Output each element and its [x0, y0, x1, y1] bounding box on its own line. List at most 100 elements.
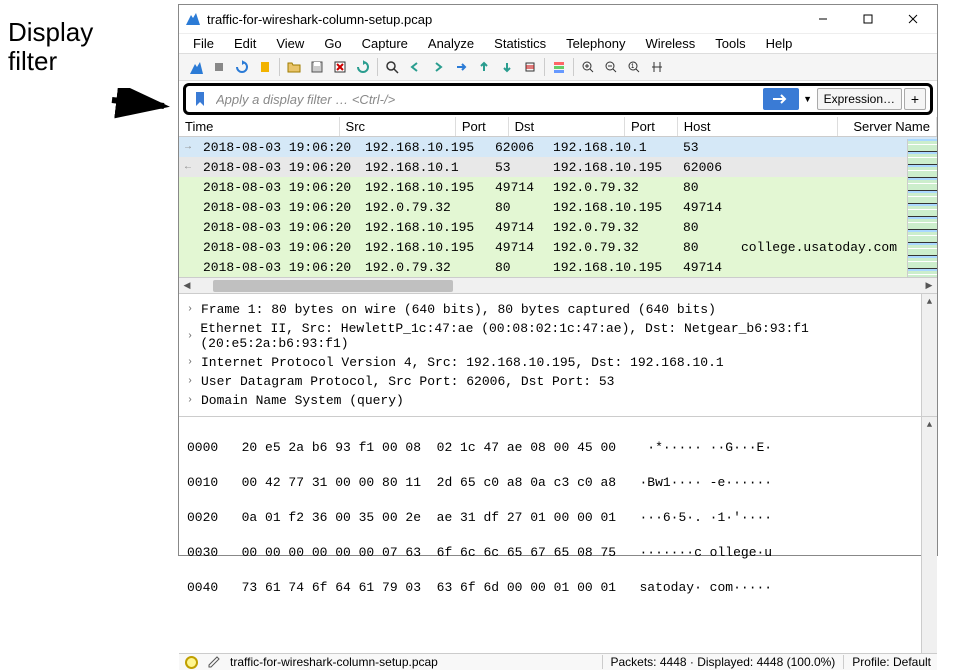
expand-icon[interactable]: ›: [187, 376, 201, 387]
menubar: File Edit View Go Capture Analyze Statis…: [179, 34, 937, 53]
edit-capture-icon[interactable]: [206, 654, 222, 670]
menu-view[interactable]: View: [268, 34, 312, 53]
cell-dst: 192.0.79.32: [547, 240, 677, 255]
apply-filter-button[interactable]: [763, 88, 799, 110]
detail-text: User Datagram Protocol, Src Port: 62006,…: [201, 374, 614, 389]
start-capture-icon[interactable]: [185, 56, 207, 78]
col-dst[interactable]: Dst: [509, 117, 625, 136]
close-button[interactable]: [890, 5, 935, 33]
zoom-reset-icon[interactable]: 1: [623, 56, 645, 78]
packet-row[interactable]: 2018-08-03 19:06:20192.168.10.1954971419…: [179, 217, 937, 237]
colorize-icon[interactable]: [548, 56, 570, 78]
open-file-icon[interactable]: [283, 56, 305, 78]
detail-row[interactable]: ›Ethernet II, Src: HewlettP_1c:47:ae (00…: [187, 319, 929, 353]
menu-help[interactable]: Help: [758, 34, 801, 53]
expert-info-icon[interactable]: [185, 656, 198, 669]
last-packet-icon[interactable]: [496, 56, 518, 78]
expand-icon[interactable]: ›: [187, 357, 201, 368]
menu-capture[interactable]: Capture: [354, 34, 416, 53]
cell-time: 2018-08-03 19:06:20: [197, 220, 359, 235]
menu-telephony[interactable]: Telephony: [558, 34, 633, 53]
cell-port: 80: [677, 240, 735, 255]
scrollbar-thumb[interactable]: [213, 280, 453, 292]
hex-row[interactable]: 0010 00 42 77 31 00 00 80 11 2d 65 c0 a8…: [187, 474, 929, 492]
maximize-button[interactable]: [845, 5, 890, 33]
detail-row[interactable]: ›User Datagram Protocol, Src Port: 62006…: [187, 372, 929, 391]
hex-row[interactable]: 0000 20 e5 2a b6 93 f1 00 08 02 1c 47 ae…: [187, 439, 929, 457]
packet-list-header[interactable]: Time Src Port Dst Port Host Server Name: [179, 117, 937, 137]
cell-time: 2018-08-03 19:06:20: [197, 200, 359, 215]
col-port2[interactable]: Port: [625, 117, 678, 136]
cell-dst: 192.0.79.32: [547, 220, 677, 235]
menu-wireless[interactable]: Wireless: [637, 34, 703, 53]
packet-row[interactable]: 2018-08-03 19:06:20192.168.10.1954971419…: [179, 237, 937, 257]
packet-minimap[interactable]: [907, 139, 937, 277]
hex-row[interactable]: 0030 00 00 00 00 00 00 07 63 6f 6c 6c 65…: [187, 544, 929, 562]
packet-bytes-pane[interactable]: 0000 20 e5 2a b6 93 f1 00 08 02 1c 47 ae…: [179, 417, 937, 653]
close-file-icon[interactable]: [329, 56, 351, 78]
cell-port: 80: [489, 260, 547, 275]
goto-packet-icon[interactable]: [450, 56, 472, 78]
filter-dropdown-icon[interactable]: ▼: [801, 88, 815, 110]
zoom-out-icon[interactable]: [600, 56, 622, 78]
expand-icon[interactable]: ›: [187, 395, 201, 406]
capture-options-icon[interactable]: [254, 56, 276, 78]
cell-time: 2018-08-03 19:06:20: [197, 140, 359, 155]
first-packet-icon[interactable]: [473, 56, 495, 78]
detail-row[interactable]: ›Frame 1: 80 bytes on wire (640 bits), 8…: [187, 300, 929, 319]
cell-src: 192.0.79.32: [359, 200, 489, 215]
toolbar-separator: [573, 58, 574, 76]
menu-edit[interactable]: Edit: [226, 34, 264, 53]
prev-packet-icon[interactable]: [404, 56, 426, 78]
packet-row[interactable]: ←2018-08-03 19:06:20192.168.10.153192.16…: [179, 157, 937, 177]
menu-go[interactable]: Go: [316, 34, 349, 53]
packet-row[interactable]: 2018-08-03 19:06:20192.0.79.3280192.168.…: [179, 257, 937, 277]
menu-file[interactable]: File: [185, 34, 222, 53]
scroll-left-icon[interactable]: ◀: [179, 280, 195, 291]
restart-capture-icon[interactable]: [231, 56, 253, 78]
packet-row[interactable]: 2018-08-03 19:06:20192.0.79.3280192.168.…: [179, 197, 937, 217]
packet-details-pane[interactable]: ›Frame 1: 80 bytes on wire (640 bits), 8…: [179, 294, 937, 417]
resize-columns-icon[interactable]: [646, 56, 668, 78]
display-filter-bar: ▼ Expression… +: [183, 83, 933, 115]
col-time[interactable]: Time: [179, 117, 340, 136]
detail-row[interactable]: ›Domain Name System (query): [187, 391, 929, 410]
autoscroll-icon[interactable]: [519, 56, 541, 78]
detail-text: Frame 1: 80 bytes on wire (640 bits), 80…: [201, 302, 716, 317]
status-profile[interactable]: Profile: Default: [852, 655, 931, 669]
col-host[interactable]: Host: [678, 117, 839, 136]
expression-button[interactable]: Expression…: [817, 88, 902, 110]
col-port1[interactable]: Port: [456, 117, 509, 136]
packet-list-pane[interactable]: Time Src Port Dst Port Host Server Name …: [179, 117, 937, 294]
col-server[interactable]: Server Name: [838, 117, 937, 136]
menu-statistics[interactable]: Statistics: [486, 34, 554, 53]
add-filter-button[interactable]: +: [904, 88, 926, 110]
save-icon[interactable]: [306, 56, 328, 78]
next-packet-icon[interactable]: [427, 56, 449, 78]
minimize-button[interactable]: [800, 5, 845, 33]
hex-row[interactable]: 0020 0a 01 f2 36 00 35 00 2e ae 31 df 27…: [187, 509, 929, 527]
zoom-in-icon[interactable]: [577, 56, 599, 78]
details-scrollbar[interactable]: ▲: [921, 294, 937, 416]
cell-dst: 192.168.10.195: [547, 260, 677, 275]
app-logo-icon: [185, 11, 201, 27]
menu-analyze[interactable]: Analyze: [420, 34, 482, 53]
hex-scrollbar[interactable]: ▲: [921, 417, 937, 653]
col-src[interactable]: Src: [340, 117, 456, 136]
menu-tools[interactable]: Tools: [707, 34, 753, 53]
scroll-right-icon[interactable]: ▶: [921, 280, 937, 291]
cell-port: 80: [677, 180, 735, 195]
expand-icon[interactable]: ›: [187, 304, 201, 315]
packet-row[interactable]: →2018-08-03 19:06:20192.168.10.195620061…: [179, 137, 937, 157]
expand-icon[interactable]: ›: [187, 331, 200, 342]
detail-row[interactable]: ›Internet Protocol Version 4, Src: 192.1…: [187, 353, 929, 372]
find-icon[interactable]: [381, 56, 403, 78]
horizontal-scrollbar[interactable]: ◀ ▶: [179, 277, 937, 293]
hex-row[interactable]: 0040 73 61 74 6f 64 61 79 03 63 6f 6d 00…: [187, 579, 929, 597]
window-title: traffic-for-wireshark-column-setup.pcap: [207, 12, 800, 27]
bookmark-icon[interactable]: [190, 88, 210, 110]
reload-icon[interactable]: [352, 56, 374, 78]
display-filter-input[interactable]: [212, 88, 761, 110]
stop-capture-icon[interactable]: [208, 56, 230, 78]
packet-row[interactable]: 2018-08-03 19:06:20192.168.10.1954971419…: [179, 177, 937, 197]
